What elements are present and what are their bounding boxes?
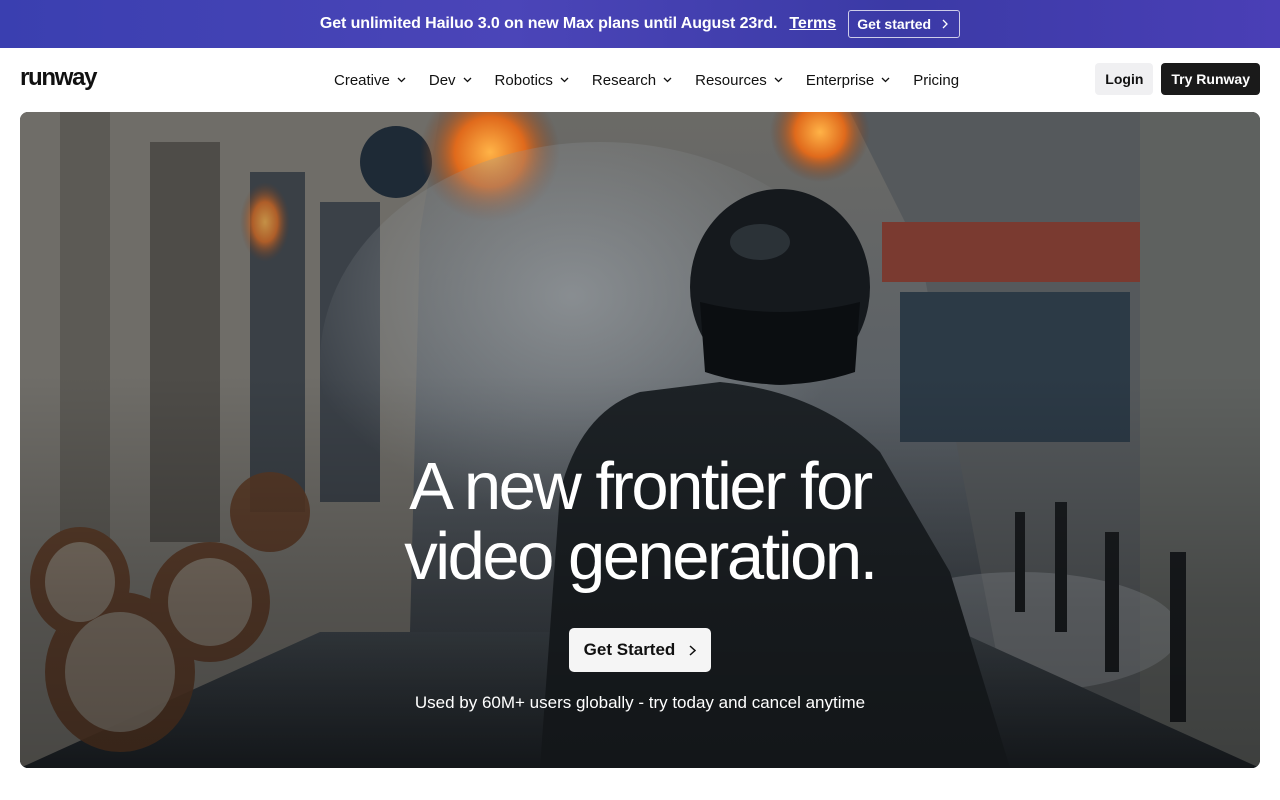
chevron-right-icon [689,644,697,656]
nav-item-label: Pricing [913,71,960,89]
nav-item-robotics[interactable]: Robotics [495,72,569,89]
nav-item-dev[interactable]: Dev [429,72,472,89]
hero-title: A new frontier for video generation. [20,452,1260,592]
nav-item-label: Enterprise [805,71,875,89]
runway-logo[interactable]: runway [20,64,98,92]
nav-item-enterprise[interactable]: Enterprise [806,72,890,89]
nav-item-pricing[interactable]: Pricing [913,72,959,89]
chevron-down-icon [560,77,569,83]
hero-get-started-button[interactable]: Get Started [569,628,711,672]
header-actions: Login Try Runway [1095,63,1260,95]
hero-get-started-label: Get Started [583,640,676,659]
chevron-down-icon [663,77,672,83]
chevron-down-icon [397,77,406,83]
promo-get-started-button[interactable]: Get started [848,10,961,38]
nav-item-research[interactable]: Research [592,72,672,89]
chevron-right-icon [942,19,949,29]
nav-item-creative[interactable]: Creative [334,72,406,89]
nav-item-label: Resources [695,71,767,89]
chevron-down-icon [881,77,890,83]
promo-terms-link[interactable]: Terms [789,15,836,33]
nav-item-resources[interactable]: Resources [695,72,783,89]
hero-title-line1: A new frontier for [409,449,873,524]
nav-item-label: Dev [428,71,456,89]
chevron-down-icon [463,77,472,83]
hero-title-line2: video generation. [404,519,878,594]
promo-get-started-label: Get started [857,16,932,32]
try-runway-button[interactable]: Try Runway [1161,63,1260,95]
promo-banner: Get unlimited Hailuo 3.0 on new Max plan… [0,0,1280,48]
promo-text: Get unlimited Hailuo 3.0 on new Max plan… [319,15,778,32]
hero-subtext: Used by 60M+ users globally - try today … [414,693,866,712]
nav-item-label: Creative [334,71,390,89]
main-nav: Creative Dev Robotics Research Resources… [334,48,982,112]
nav-item-label: Research [591,71,657,89]
chevron-down-icon [774,77,783,83]
login-button[interactable]: Login [1095,63,1154,95]
nav-item-label: Robotics [494,71,553,89]
site-header: runway Creative Dev Robotics Research Re… [0,48,1280,112]
hero-section: A new frontier for video generation. Get… [20,112,1260,768]
